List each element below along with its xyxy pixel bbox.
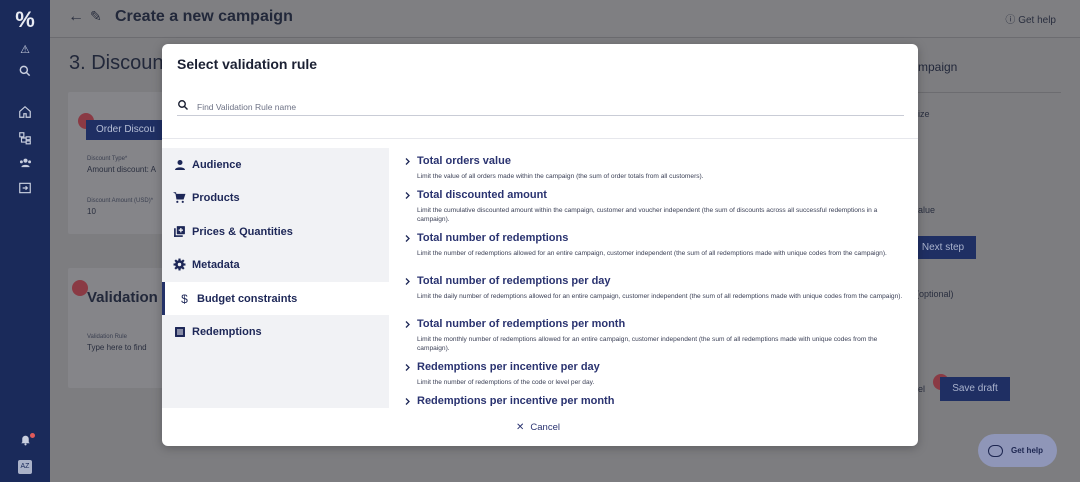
right-text-1: ize	[918, 109, 930, 119]
dollar-icon: $	[181, 291, 188, 306]
top-bar: ← ✎ Create a new campaign ⓘ Get help	[50, 0, 1080, 38]
page-title: Create a new campaign	[115, 8, 293, 25]
rules-list: Total orders value Limit the value of al…	[399, 148, 911, 406]
rule-item[interactable]: Total discounted amount Limit the cumula…	[399, 187, 909, 224]
next-step-button[interactable]: Next step	[910, 236, 976, 259]
person-icon	[173, 158, 186, 171]
dialog-title: Select validation rule	[177, 56, 318, 72]
category-audience[interactable]: Audience	[162, 148, 389, 181]
category-label: Audience	[192, 158, 242, 171]
chevron-right-icon	[399, 230, 415, 246]
validation-title: Validation	[87, 289, 158, 306]
category-label: Metadata	[192, 258, 240, 271]
get-help-fab[interactable]: Get help	[978, 434, 1057, 467]
chevron-right-icon	[399, 273, 415, 289]
right-text-3: (optional)	[916, 289, 954, 299]
rule-name: Total number of redemptions per month	[417, 318, 626, 330]
percent-logo-icon[interactable]: %	[13, 8, 37, 32]
rule-item[interactable]: Total number of redemptions Limit the nu…	[399, 230, 909, 258]
campaigns-icon[interactable]	[13, 129, 37, 153]
right-text-4: el	[918, 384, 926, 394]
pencil-icon[interactable]: ✎	[90, 8, 102, 25]
category-products[interactable]: Products	[162, 181, 389, 214]
validation-rule-input[interactable]: Type here to find	[87, 343, 147, 352]
notification-dot	[30, 433, 35, 438]
rule-name: Total discounted amount	[417, 189, 547, 201]
category-list: Audience Products Prices & Quantities Me…	[162, 148, 389, 408]
rule-description: Limit the cumulative discounted amount w…	[417, 207, 878, 223]
right-panel-divider	[918, 92, 1061, 93]
rule-name: Total orders value	[417, 155, 511, 167]
rule-description: Limit the monthly number of redemptions …	[417, 336, 878, 352]
home-icon[interactable]	[13, 103, 37, 127]
search-icon[interactable]	[13, 62, 37, 86]
rule-item[interactable]: Total number of redemptions per month Li…	[399, 316, 909, 353]
category-metadata[interactable]: Metadata	[162, 248, 389, 281]
rule-name: Redemptions per incentive per day	[417, 361, 600, 373]
export-icon[interactable]	[13, 179, 37, 203]
discount-amount-value[interactable]: 10	[87, 207, 96, 216]
list-icon	[173, 325, 186, 338]
category-prices-quantities[interactable]: Prices & Quantities	[162, 215, 389, 248]
save-draft-button[interactable]: Save draft	[940, 377, 1010, 401]
chevron-right-icon	[399, 393, 415, 406]
select-validation-rule-dialog: Select validation rule Audience Products…	[162, 44, 918, 446]
right-panel-title: mpaign	[918, 60, 958, 74]
rule-name: Total number of redemptions per day	[417, 275, 611, 287]
customers-icon[interactable]	[13, 154, 37, 178]
search-bar	[177, 99, 904, 116]
rule-item[interactable]: Total orders value Limit the value of al…	[399, 153, 909, 181]
chat-icon	[988, 444, 1003, 457]
category-label: Prices & Quantities	[192, 225, 293, 238]
cart-icon	[173, 191, 186, 204]
get-help-link[interactable]: ⓘ Get help	[1005, 11, 1056, 26]
cancel-button[interactable]: ✕ Cancel	[516, 420, 560, 434]
right-text-2: alue	[918, 205, 936, 215]
back-arrow-icon[interactable]: ←	[68, 8, 84, 26]
step-title: 3. Discoun	[69, 52, 164, 74]
validation-marker	[72, 280, 88, 296]
left-navigation: % ⚠ AZ	[0, 0, 50, 482]
category-redemptions[interactable]: Redemptions	[162, 315, 389, 348]
discount-amount-label: Discount Amount (USD)*	[87, 198, 154, 204]
chevron-right-icon	[399, 187, 415, 203]
search-icon	[178, 100, 188, 110]
rule-item[interactable]: Total number of redemptions per day Limi…	[399, 273, 909, 301]
get-help-fab-label: Get help	[1011, 446, 1044, 455]
library-add-icon	[173, 225, 186, 238]
warning-icon[interactable]: ⚠	[13, 38, 37, 62]
rule-name: Redemptions per incentive per month	[417, 395, 615, 406]
category-label: Redemptions	[192, 325, 262, 338]
cancel-label: Cancel	[530, 421, 560, 433]
validation-rule-search-input[interactable]	[197, 100, 897, 114]
category-label: Products	[192, 191, 240, 204]
rule-description: Limit the value of all orders made withi…	[417, 173, 704, 180]
rule-item[interactable]: Redemptions per incentive per day Limit …	[399, 359, 909, 387]
chevron-right-icon	[399, 316, 415, 332]
chevron-right-icon	[399, 153, 415, 169]
validation-rule-label: Validation Rule	[87, 334, 127, 340]
category-budget-constraints[interactable]: $ Budget constraints	[162, 282, 389, 315]
user-avatar[interactable]: AZ	[18, 460, 32, 474]
rule-description: Limit the number of redemptions of the c…	[417, 379, 595, 386]
rule-item[interactable]: Redemptions per incentive per month	[399, 393, 909, 406]
close-icon: ✕	[516, 421, 525, 433]
rule-name: Total number of redemptions	[417, 232, 569, 244]
rule-description: Limit the number of redemptions allowed …	[417, 250, 887, 257]
rule-description: Limit the daily number of redemptions al…	[417, 293, 903, 300]
gear-icon	[173, 258, 186, 271]
get-help-label: Get help	[1018, 15, 1056, 26]
header-divider	[162, 138, 918, 139]
category-label: Budget constraints	[197, 292, 298, 305]
chevron-right-icon	[399, 359, 415, 375]
discount-type-label: Discount Type*	[87, 156, 128, 162]
discount-type-value[interactable]: Amount discount: A	[87, 165, 156, 174]
